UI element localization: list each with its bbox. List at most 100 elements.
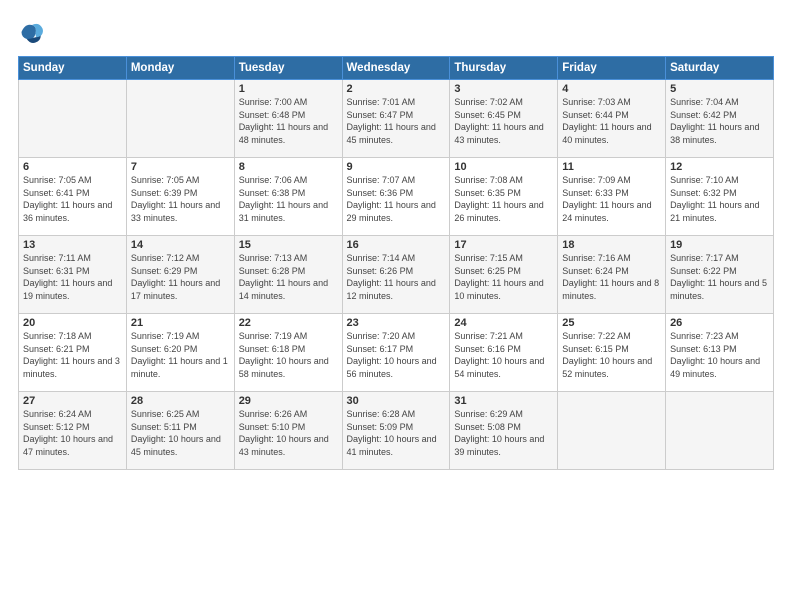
day-info: Sunrise: 7:09 AM Sunset: 6:33 PM Dayligh… — [562, 174, 661, 224]
day-info: Sunrise: 7:18 AM Sunset: 6:21 PM Dayligh… — [23, 330, 122, 380]
logo-icon — [18, 18, 46, 46]
day-number: 9 — [347, 161, 446, 173]
day-number: 17 — [454, 239, 553, 251]
logo — [18, 18, 50, 46]
week-row-1: 1Sunrise: 7:00 AM Sunset: 6:48 PM Daylig… — [19, 80, 774, 158]
day-info: Sunrise: 6:28 AM Sunset: 5:09 PM Dayligh… — [347, 408, 446, 458]
calendar-cell: 12Sunrise: 7:10 AM Sunset: 6:32 PM Dayli… — [666, 158, 774, 236]
day-number: 4 — [562, 83, 661, 95]
day-info: Sunrise: 7:22 AM Sunset: 6:15 PM Dayligh… — [562, 330, 661, 380]
day-info: Sunrise: 6:24 AM Sunset: 5:12 PM Dayligh… — [23, 408, 122, 458]
calendar-cell: 20Sunrise: 7:18 AM Sunset: 6:21 PM Dayli… — [19, 314, 127, 392]
day-number: 8 — [239, 161, 338, 173]
weekday-header-sunday: Sunday — [19, 57, 127, 80]
day-info: Sunrise: 7:21 AM Sunset: 6:16 PM Dayligh… — [454, 330, 553, 380]
weekday-header-friday: Friday — [558, 57, 666, 80]
week-row-4: 20Sunrise: 7:18 AM Sunset: 6:21 PM Dayli… — [19, 314, 774, 392]
day-info: Sunrise: 7:04 AM Sunset: 6:42 PM Dayligh… — [670, 96, 769, 146]
weekday-header-tuesday: Tuesday — [234, 57, 342, 80]
day-number: 20 — [23, 317, 122, 329]
day-number: 6 — [23, 161, 122, 173]
calendar-cell: 22Sunrise: 7:19 AM Sunset: 6:18 PM Dayli… — [234, 314, 342, 392]
day-number: 11 — [562, 161, 661, 173]
calendar-cell: 16Sunrise: 7:14 AM Sunset: 6:26 PM Dayli… — [342, 236, 450, 314]
calendar-cell: 31Sunrise: 6:29 AM Sunset: 5:08 PM Dayli… — [450, 392, 558, 470]
calendar-cell: 15Sunrise: 7:13 AM Sunset: 6:28 PM Dayli… — [234, 236, 342, 314]
calendar-table: SundayMondayTuesdayWednesdayThursdayFrid… — [18, 56, 774, 470]
day-number: 16 — [347, 239, 446, 251]
day-info: Sunrise: 7:19 AM Sunset: 6:20 PM Dayligh… — [131, 330, 230, 380]
weekday-header-thursday: Thursday — [450, 57, 558, 80]
day-info: Sunrise: 7:19 AM Sunset: 6:18 PM Dayligh… — [239, 330, 338, 380]
day-number: 10 — [454, 161, 553, 173]
day-number: 27 — [23, 395, 122, 407]
week-row-2: 6Sunrise: 7:05 AM Sunset: 6:41 PM Daylig… — [19, 158, 774, 236]
day-info: Sunrise: 7:08 AM Sunset: 6:35 PM Dayligh… — [454, 174, 553, 224]
day-number: 31 — [454, 395, 553, 407]
day-number: 3 — [454, 83, 553, 95]
calendar-cell: 2Sunrise: 7:01 AM Sunset: 6:47 PM Daylig… — [342, 80, 450, 158]
week-row-5: 27Sunrise: 6:24 AM Sunset: 5:12 PM Dayli… — [19, 392, 774, 470]
day-number: 23 — [347, 317, 446, 329]
header — [18, 18, 774, 46]
day-number: 25 — [562, 317, 661, 329]
calendar-cell — [558, 392, 666, 470]
calendar-cell: 14Sunrise: 7:12 AM Sunset: 6:29 PM Dayli… — [126, 236, 234, 314]
day-number: 26 — [670, 317, 769, 329]
calendar-cell: 10Sunrise: 7:08 AM Sunset: 6:35 PM Dayli… — [450, 158, 558, 236]
calendar-cell: 30Sunrise: 6:28 AM Sunset: 5:09 PM Dayli… — [342, 392, 450, 470]
calendar-cell: 7Sunrise: 7:05 AM Sunset: 6:39 PM Daylig… — [126, 158, 234, 236]
day-number: 29 — [239, 395, 338, 407]
day-number: 14 — [131, 239, 230, 251]
day-info: Sunrise: 7:20 AM Sunset: 6:17 PM Dayligh… — [347, 330, 446, 380]
day-info: Sunrise: 7:01 AM Sunset: 6:47 PM Dayligh… — [347, 96, 446, 146]
calendar-cell: 4Sunrise: 7:03 AM Sunset: 6:44 PM Daylig… — [558, 80, 666, 158]
calendar-cell: 27Sunrise: 6:24 AM Sunset: 5:12 PM Dayli… — [19, 392, 127, 470]
day-number: 22 — [239, 317, 338, 329]
day-info: Sunrise: 7:15 AM Sunset: 6:25 PM Dayligh… — [454, 252, 553, 302]
calendar-cell: 25Sunrise: 7:22 AM Sunset: 6:15 PM Dayli… — [558, 314, 666, 392]
calendar-cell: 9Sunrise: 7:07 AM Sunset: 6:36 PM Daylig… — [342, 158, 450, 236]
day-info: Sunrise: 7:14 AM Sunset: 6:26 PM Dayligh… — [347, 252, 446, 302]
day-info: Sunrise: 7:03 AM Sunset: 6:44 PM Dayligh… — [562, 96, 661, 146]
day-info: Sunrise: 7:10 AM Sunset: 6:32 PM Dayligh… — [670, 174, 769, 224]
day-number: 2 — [347, 83, 446, 95]
day-info: Sunrise: 7:05 AM Sunset: 6:41 PM Dayligh… — [23, 174, 122, 224]
week-row-3: 13Sunrise: 7:11 AM Sunset: 6:31 PM Dayli… — [19, 236, 774, 314]
day-number: 19 — [670, 239, 769, 251]
day-number: 18 — [562, 239, 661, 251]
day-info: Sunrise: 7:06 AM Sunset: 6:38 PM Dayligh… — [239, 174, 338, 224]
day-info: Sunrise: 7:11 AM Sunset: 6:31 PM Dayligh… — [23, 252, 122, 302]
weekday-header-monday: Monday — [126, 57, 234, 80]
weekday-header-saturday: Saturday — [666, 57, 774, 80]
calendar-cell: 18Sunrise: 7:16 AM Sunset: 6:24 PM Dayli… — [558, 236, 666, 314]
day-info: Sunrise: 6:25 AM Sunset: 5:11 PM Dayligh… — [131, 408, 230, 458]
day-info: Sunrise: 7:23 AM Sunset: 6:13 PM Dayligh… — [670, 330, 769, 380]
calendar-cell: 21Sunrise: 7:19 AM Sunset: 6:20 PM Dayli… — [126, 314, 234, 392]
day-info: Sunrise: 7:00 AM Sunset: 6:48 PM Dayligh… — [239, 96, 338, 146]
day-number: 28 — [131, 395, 230, 407]
weekday-header-wednesday: Wednesday — [342, 57, 450, 80]
day-info: Sunrise: 7:16 AM Sunset: 6:24 PM Dayligh… — [562, 252, 661, 302]
day-number: 21 — [131, 317, 230, 329]
calendar-cell — [126, 80, 234, 158]
calendar-cell: 29Sunrise: 6:26 AM Sunset: 5:10 PM Dayli… — [234, 392, 342, 470]
calendar-cell: 3Sunrise: 7:02 AM Sunset: 6:45 PM Daylig… — [450, 80, 558, 158]
day-info: Sunrise: 7:17 AM Sunset: 6:22 PM Dayligh… — [670, 252, 769, 302]
day-number: 12 — [670, 161, 769, 173]
calendar-cell — [19, 80, 127, 158]
calendar-cell: 28Sunrise: 6:25 AM Sunset: 5:11 PM Dayli… — [126, 392, 234, 470]
day-number: 24 — [454, 317, 553, 329]
day-info: Sunrise: 6:26 AM Sunset: 5:10 PM Dayligh… — [239, 408, 338, 458]
day-info: Sunrise: 7:02 AM Sunset: 6:45 PM Dayligh… — [454, 96, 553, 146]
day-info: Sunrise: 7:05 AM Sunset: 6:39 PM Dayligh… — [131, 174, 230, 224]
day-number: 15 — [239, 239, 338, 251]
day-number: 1 — [239, 83, 338, 95]
calendar-cell: 1Sunrise: 7:00 AM Sunset: 6:48 PM Daylig… — [234, 80, 342, 158]
day-info: Sunrise: 7:07 AM Sunset: 6:36 PM Dayligh… — [347, 174, 446, 224]
calendar-cell: 5Sunrise: 7:04 AM Sunset: 6:42 PM Daylig… — [666, 80, 774, 158]
calendar-cell: 23Sunrise: 7:20 AM Sunset: 6:17 PM Dayli… — [342, 314, 450, 392]
calendar-cell: 24Sunrise: 7:21 AM Sunset: 6:16 PM Dayli… — [450, 314, 558, 392]
page: SundayMondayTuesdayWednesdayThursdayFrid… — [0, 0, 792, 612]
weekday-header-row: SundayMondayTuesdayWednesdayThursdayFrid… — [19, 57, 774, 80]
